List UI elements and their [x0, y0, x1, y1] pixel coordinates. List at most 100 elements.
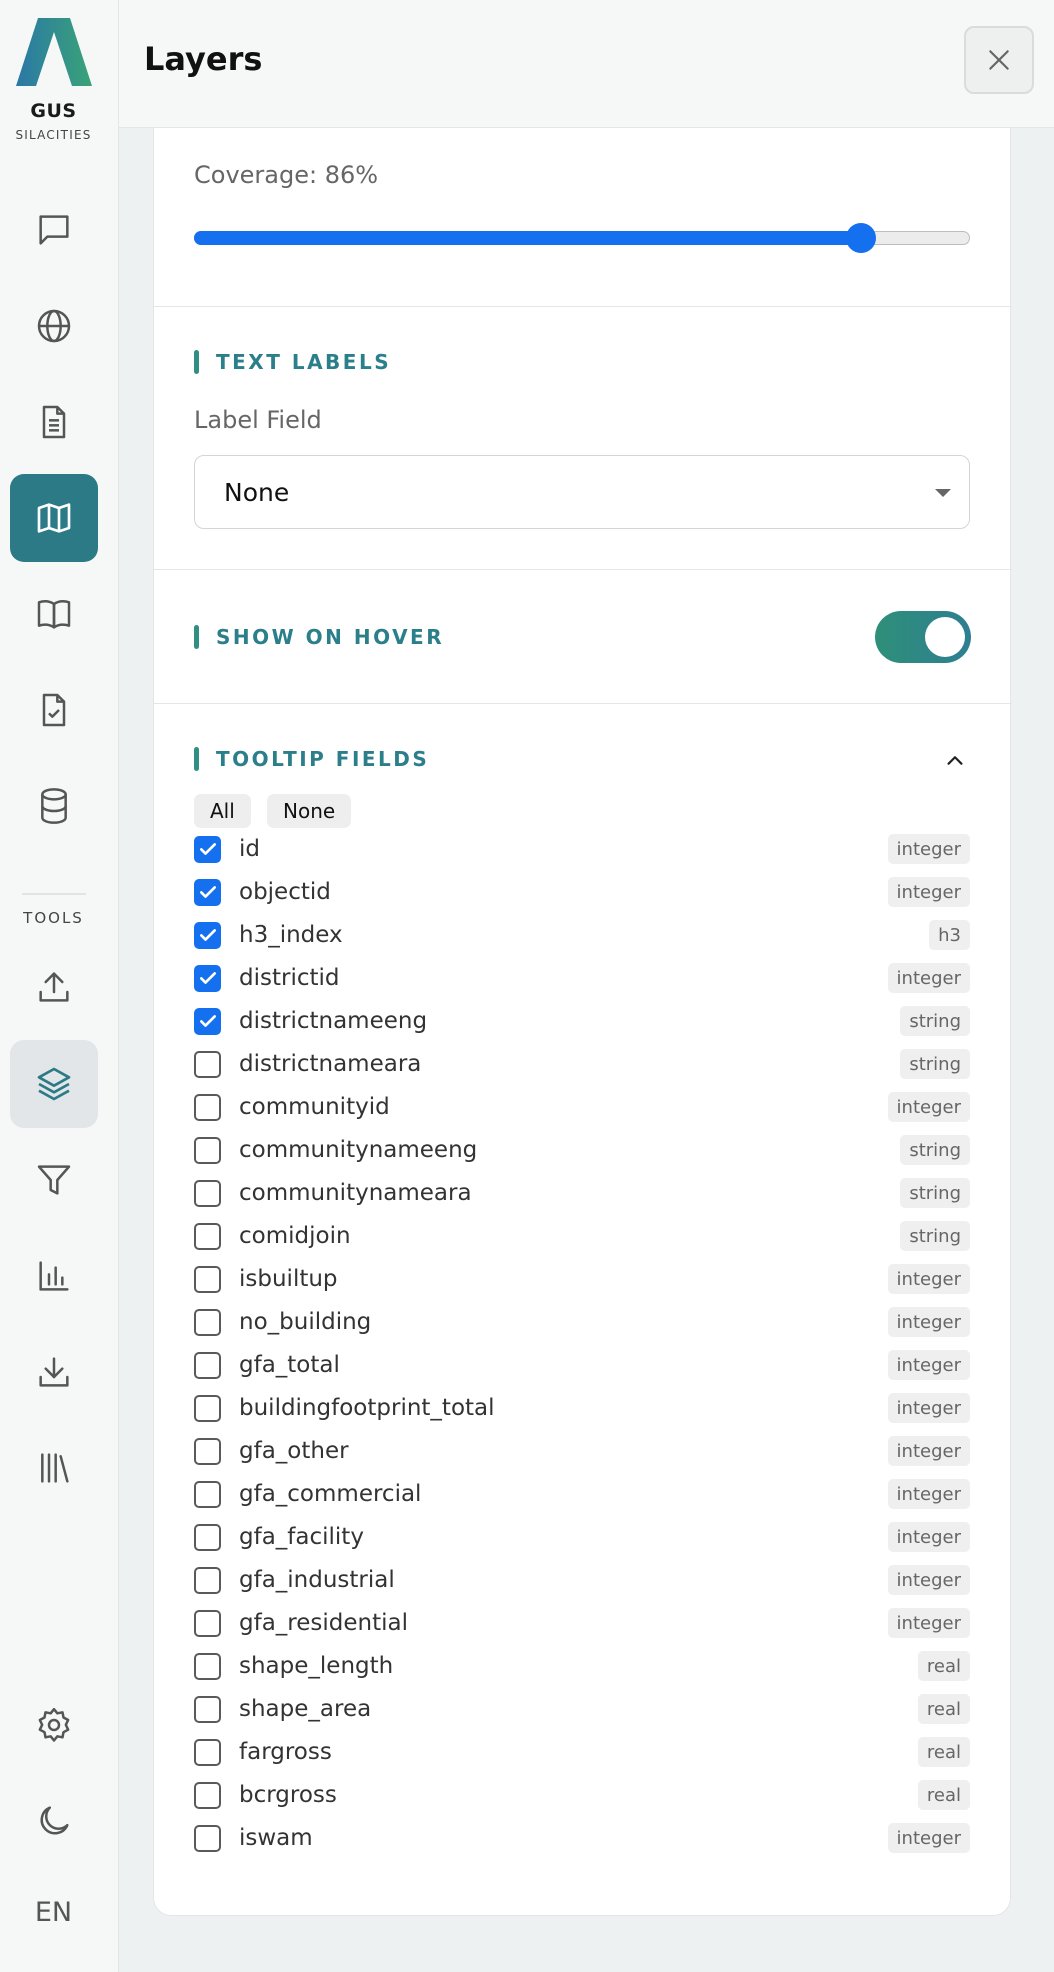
- select-all-button[interactable]: All: [194, 794, 251, 828]
- slider-thumb[interactable]: [846, 223, 877, 253]
- sidebar-item-chart[interactable]: [10, 1232, 98, 1320]
- checkmark-icon: [199, 1015, 216, 1027]
- field-checkbox[interactable]: [194, 1738, 221, 1766]
- field-checkbox[interactable]: [194, 878, 221, 906]
- sidebar-item-layers[interactable]: [10, 1040, 98, 1128]
- sidebar-item-map[interactable]: [10, 474, 98, 562]
- tooltip-field-row[interactable]: districtnameeng string: [194, 1004, 970, 1038]
- field-checkbox[interactable]: [194, 1351, 221, 1379]
- label-field-select[interactable]: None: [194, 455, 970, 529]
- toggle-knob: [925, 617, 965, 657]
- field-type-badge: string: [900, 1135, 970, 1165]
- download-icon: [39, 1357, 69, 1387]
- field-name: h3_index: [239, 922, 343, 948]
- field-type-badge: integer: [887, 1522, 970, 1552]
- sidebar-item-database[interactable]: [10, 762, 98, 850]
- field-checkbox[interactable]: [194, 1566, 221, 1594]
- tooltip-field-row[interactable]: communityid integer: [194, 1090, 970, 1124]
- sidebar-item-chat[interactable]: [10, 186, 98, 274]
- layer-settings-card: Coverage: 86% TEXT LABELS Label Field No…: [153, 128, 1012, 1916]
- tooltip-fields-heading: TOOLTIP FIELDS: [194, 747, 429, 771]
- show-on-hover-toggle[interactable]: [875, 611, 971, 663]
- field-type-badge: integer: [887, 1479, 970, 1509]
- field-checkbox[interactable]: [194, 1265, 221, 1293]
- sidebar-item-document[interactable]: [10, 378, 98, 466]
- tooltip-field-row[interactable]: gfa_facility integer: [194, 1520, 970, 1554]
- logo-subtitle: SILACITIES: [15, 128, 92, 142]
- field-checkbox[interactable]: [194, 1050, 221, 1078]
- section-divider: [154, 703, 1012, 704]
- tooltip-field-row[interactable]: bcrgross real: [194, 1778, 970, 1812]
- sidebar-item-filter[interactable]: [10, 1136, 98, 1224]
- field-checkbox[interactable]: [194, 1480, 221, 1508]
- field-checkbox[interactable]: [194, 1136, 221, 1164]
- book-open-icon: [37, 599, 71, 629]
- tooltip-field-row[interactable]: buildingfootprint_total integer: [194, 1391, 970, 1425]
- sidebar: GUS SILACITIES TOOLS EN: [0, 0, 119, 1972]
- sidebar-item-settings[interactable]: [10, 1681, 98, 1769]
- field-name: id: [239, 836, 260, 862]
- tools-separator: [22, 893, 86, 895]
- tooltip-field-row[interactable]: districtnameara string: [194, 1047, 970, 1081]
- field-checkbox[interactable]: [194, 1437, 221, 1465]
- tooltip-field-row[interactable]: gfa_residential integer: [194, 1606, 970, 1640]
- field-checkbox[interactable]: [194, 1652, 221, 1680]
- field-checkbox[interactable]: [194, 1394, 221, 1422]
- field-type-badge: integer: [887, 1092, 970, 1122]
- tooltip-field-row[interactable]: id integer: [194, 832, 970, 866]
- sidebar-item-book[interactable]: [10, 570, 98, 658]
- field-checkbox[interactable]: [194, 1824, 221, 1852]
- tooltip-field-row[interactable]: gfa_commercial integer: [194, 1477, 970, 1511]
- tooltip-field-row[interactable]: iswam integer: [194, 1821, 970, 1855]
- tooltip-field-row[interactable]: communitynameara string: [194, 1176, 970, 1210]
- field-checkbox[interactable]: [194, 1222, 221, 1250]
- field-type-badge: h3: [929, 920, 970, 950]
- field-checkbox[interactable]: [194, 1007, 221, 1035]
- field-checkbox[interactable]: [194, 1308, 221, 1336]
- tooltip-field-row[interactable]: objectid integer: [194, 875, 970, 909]
- text-labels-title: TEXT LABELS: [216, 350, 392, 374]
- field-checkbox[interactable]: [194, 1523, 221, 1551]
- tooltip-field-row[interactable]: communitynameeng string: [194, 1133, 970, 1167]
- tooltip-field-row[interactable]: shape_length real: [194, 1649, 970, 1683]
- field-checkbox[interactable]: [194, 1179, 221, 1207]
- field-name: buildingfootprint_total: [239, 1395, 495, 1421]
- tooltip-field-row[interactable]: isbuiltup integer: [194, 1262, 970, 1296]
- tooltip-field-row[interactable]: h3_index h3: [194, 918, 970, 952]
- sidebar-item-theme[interactable]: [10, 1777, 98, 1865]
- tooltip-field-row[interactable]: comidjoin string: [194, 1219, 970, 1253]
- tooltip-field-row[interactable]: shape_area real: [194, 1692, 970, 1726]
- field-checkbox[interactable]: [194, 1609, 221, 1637]
- tooltip-field-row[interactable]: gfa_total integer: [194, 1348, 970, 1382]
- sidebar-item-globe[interactable]: [10, 282, 98, 370]
- field-checkbox[interactable]: [194, 964, 221, 992]
- field-name: communitynameeng: [239, 1137, 478, 1163]
- tooltip-field-row[interactable]: gfa_other integer: [194, 1434, 970, 1468]
- bar-chart-icon: [39, 1261, 69, 1291]
- sidebar-item-checklist[interactable]: [10, 666, 98, 754]
- field-type-badge: integer: [887, 877, 970, 907]
- close-button[interactable]: [964, 26, 1034, 94]
- language-switch[interactable]: EN: [0, 1897, 107, 1928]
- field-checkbox[interactable]: [194, 1781, 221, 1809]
- sidebar-item-upload[interactable]: [10, 943, 98, 1031]
- field-checkbox[interactable]: [194, 1093, 221, 1121]
- sidebar-item-download[interactable]: [10, 1328, 98, 1416]
- heading-accent-bar: [194, 625, 199, 649]
- panel-header: Layers: [119, 0, 1054, 128]
- chevron-up-icon[interactable]: [944, 749, 966, 771]
- field-checkbox[interactable]: [194, 835, 221, 863]
- tooltip-field-row[interactable]: no_building integer: [194, 1305, 970, 1339]
- tooltip-field-row[interactable]: districtid integer: [194, 961, 970, 995]
- select-none-button[interactable]: None: [267, 794, 352, 828]
- field-checkbox[interactable]: [194, 921, 221, 949]
- tooltip-field-row[interactable]: fargross real: [194, 1735, 970, 1769]
- sidebar-item-library[interactable]: [10, 1424, 98, 1512]
- logo[interactable]: GUS SILACITIES: [0, 16, 107, 142]
- tooltip-field-row[interactable]: gfa_industrial integer: [194, 1563, 970, 1597]
- field-name: gfa_facility: [239, 1524, 364, 1550]
- app: GUS SILACITIES TOOLS EN Layers Coverage:…: [0, 0, 1054, 1972]
- field-checkbox[interactable]: [194, 1695, 221, 1723]
- filter-icon: [37, 1165, 71, 1195]
- coverage-slider[interactable]: [194, 223, 970, 253]
